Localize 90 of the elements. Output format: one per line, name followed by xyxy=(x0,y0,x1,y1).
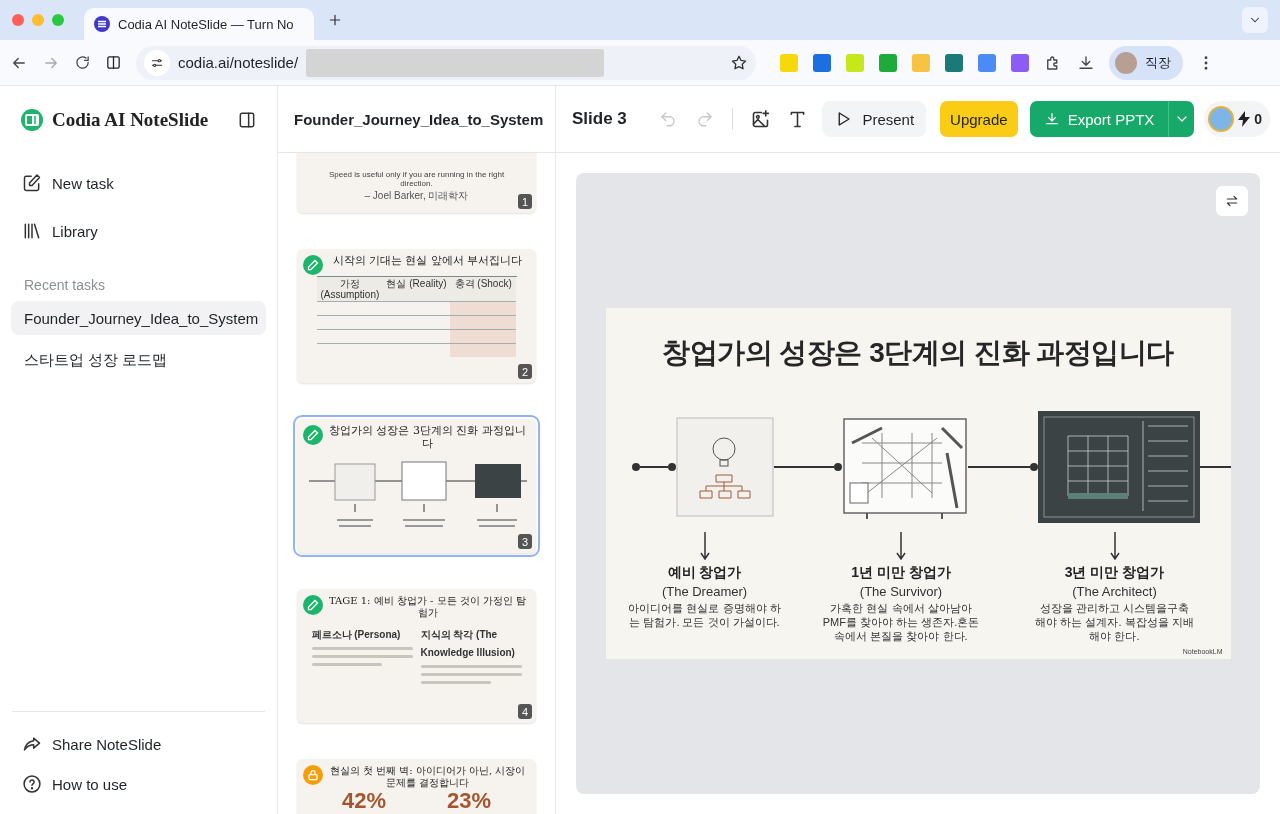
stage-description: 가혹한 현실 속에서 살아남아 PMF를 찾아야 하는 생존자.혼돈 속에서 본질을 찾아야 한다. xyxy=(821,602,981,644)
upgrade-button[interactable]: Upgrade xyxy=(940,101,1018,137)
slide-number: 2 xyxy=(518,364,532,379)
slide-thumbnail[interactable]: 현실의 첫 번째 벽: 아이디어가 아닌, 시장이 문제를 결정합니다 42% 23% xyxy=(293,755,540,814)
download-icon xyxy=(1043,111,1060,127)
stage-subtitle: (The Dreamer) xyxy=(661,584,748,599)
site-favicon-icon xyxy=(94,16,110,32)
site-settings-button[interactable] xyxy=(144,49,170,76)
quote-attribution: – Joel Barker, 미래학자 xyxy=(364,189,469,203)
extension-icon[interactable] xyxy=(945,53,963,72)
thumbnail-title: 창업가의 성장은 3단계의 진화 과정입니다 xyxy=(328,425,527,451)
thumbnail-title: 시작의 기대는 현실 앞에서 부서집니다 xyxy=(332,255,523,268)
column-heading: 페르소나 (Persona) xyxy=(311,629,401,640)
thumbnail-title: TAGE 1: 예비 창업가 - 모든 것이 가정인 탐험가 xyxy=(327,595,528,618)
nav-item[interactable]: Share NoteSlide xyxy=(12,724,265,764)
credit-count: 0 xyxy=(1254,111,1262,127)
slide-thumbnail[interactable]: Speed is useful only if you are running in the right direction. – Joel Barker, 미래학자 1 xyxy=(293,153,540,217)
edit-icon[interactable] xyxy=(303,595,323,615)
down-arrow xyxy=(699,532,710,560)
connector-dot xyxy=(631,463,640,471)
recent-task-item[interactable]: Founder_Journey_Idea_to_System xyxy=(11,301,266,335)
stage-name: 예비 창업가 xyxy=(667,564,742,582)
slide-label: Slide 3 xyxy=(572,109,627,129)
column-heading: 지식의 착각 (The Knowledge Illusion) xyxy=(420,629,515,658)
stage-name: 3년 미만 창업가 xyxy=(1064,564,1165,582)
avatar-icon xyxy=(1208,106,1235,132)
plus-icon xyxy=(327,12,343,28)
profile-button[interactable]: 직장 xyxy=(1109,45,1183,80)
connector-dot xyxy=(1029,463,1038,471)
slide-title: 창업가의 성장은 3단계의 진화 과정입니다 xyxy=(662,336,1174,370)
present-button[interactable]: Present xyxy=(822,101,927,137)
down-arrow xyxy=(896,532,906,560)
browser-tab[interactable]: Codia AI NoteSlide — Turn No xyxy=(84,8,314,40)
stage-description: 성장을 관리하고 시스템을구축해야 하는 설계자. 복잡성을 지배해야 한다. xyxy=(1034,602,1195,644)
edit-icon[interactable] xyxy=(303,425,323,445)
address-bar[interactable]: codia.ai/noteslide/ xyxy=(136,45,756,80)
redo-icon xyxy=(695,110,714,128)
stage-subtitle: (The Survivor) xyxy=(859,584,943,599)
stat-value: 42% xyxy=(340,790,387,812)
table-header: 충격 (Shock) xyxy=(449,276,517,301)
extension-icon[interactable] xyxy=(978,53,996,72)
stage-name: 1년 미만 창업가 xyxy=(851,564,951,582)
down-arrow xyxy=(1109,532,1120,560)
extension-icon[interactable] xyxy=(879,53,897,72)
nav-item[interactable]: How to use xyxy=(12,764,265,804)
library-icon xyxy=(22,221,42,241)
bookmark-star-icon[interactable] xyxy=(730,53,748,72)
slide-thumbnail[interactable]: TAGE 1: 예비 창업가 - 모든 것이 가정인 탐험가 페르소나 (Persona) 지식의 착각 (The Knowledge Illusion) 4 xyxy=(293,585,540,727)
slide-number: 4 xyxy=(518,704,532,719)
connector-dot xyxy=(834,463,842,471)
slide-thumbnail[interactable]: 창업가의 성장은 3단계의 진화 과정입니다 3 xyxy=(293,415,540,557)
nav-item[interactable]: New task xyxy=(0,159,277,207)
connector-line xyxy=(639,466,668,468)
connector-dot xyxy=(667,463,676,471)
lightning-icon xyxy=(1238,111,1251,127)
account-credits-button[interactable]: 0 xyxy=(1204,101,1270,137)
section-heading: Recent tasks xyxy=(23,277,106,293)
slide-thumbnail[interactable]: 시작의 기대는 현실 앞에서 부서집니다 가정 (Assumption) 현실 (Reality) 충격 (Shock) 2 xyxy=(293,245,540,387)
help-icon xyxy=(22,774,42,794)
swap-button[interactable] xyxy=(1216,186,1248,216)
maximize-window-button[interactable] xyxy=(52,14,64,26)
nav-item[interactable]: Library xyxy=(0,207,277,255)
stage-subtitle: (The Architect) xyxy=(1072,584,1157,599)
recent-task-item[interactable]: 스타트업 성장 로드맵 xyxy=(11,343,266,377)
edit-icon[interactable] xyxy=(303,255,323,275)
stage-description: 아이디어를 현실로 증명해야 하는 탐험가. 모든 것이 가설이다. xyxy=(627,602,782,630)
slide-number: 3 xyxy=(518,534,532,549)
download-icon[interactable] xyxy=(1077,53,1095,72)
tab-title: Codia AI NoteSlide — Turn No xyxy=(118,16,294,32)
close-window-button[interactable] xyxy=(12,14,24,26)
extension-icon[interactable] xyxy=(1011,53,1029,72)
edit-icon xyxy=(22,173,42,193)
slide-number: 1 xyxy=(518,194,532,209)
avatar-icon xyxy=(1115,51,1137,74)
table-header: 가정 (Assumption) xyxy=(316,276,384,301)
logo-icon xyxy=(20,107,44,132)
undo-icon xyxy=(659,110,678,128)
reload-button[interactable] xyxy=(74,54,91,71)
stat-value: 23% xyxy=(445,790,492,812)
extension-icon[interactable] xyxy=(813,53,831,72)
share-icon xyxy=(22,734,42,754)
swap-arrows-icon xyxy=(1224,193,1240,209)
table-header: 현실 (Reality) xyxy=(383,276,450,301)
quote-text: Speed is useful only if you are running in the right direction. xyxy=(327,169,506,189)
connector-line xyxy=(1199,466,1231,468)
reload-icon xyxy=(74,54,91,71)
split-view-icon[interactable] xyxy=(105,54,122,71)
thumbnail-title: 현실의 첫 번째 벽: 아이디어가 아닌, 시장이 문제를 결정합니다 xyxy=(328,765,527,788)
url-text: codia.ai/noteslide/ xyxy=(178,54,299,71)
brand-name: Codia AI NoteSlide xyxy=(52,108,209,131)
